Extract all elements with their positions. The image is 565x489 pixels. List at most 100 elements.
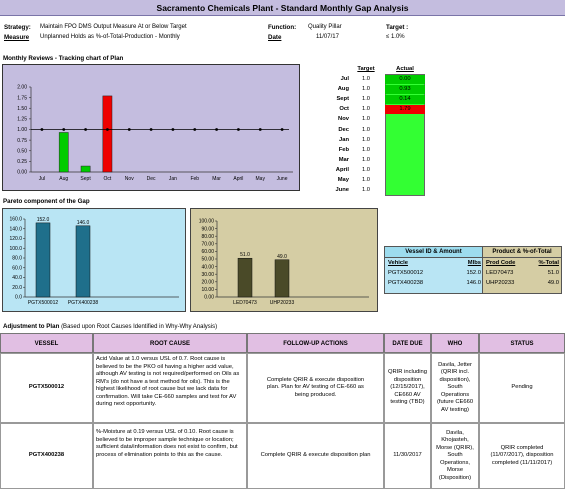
y-tick-label: 70.00 bbox=[201, 242, 214, 248]
target-value: 1.0 bbox=[361, 106, 371, 113]
x-tick-label: April bbox=[233, 176, 243, 182]
y-tick-label: 100.0 bbox=[9, 246, 22, 252]
target-point bbox=[84, 128, 87, 131]
target-value: 1.0 bbox=[361, 187, 371, 194]
x-tick-label: May bbox=[256, 176, 266, 182]
x-tick-label: PGTX400238 bbox=[68, 300, 99, 306]
x-tick-label: Jan bbox=[169, 176, 177, 182]
month-label: Oct bbox=[339, 106, 349, 113]
month-label: Mar bbox=[338, 156, 349, 163]
target-value: 1.0 bbox=[361, 96, 371, 103]
vessel-amount-header: Vessel ID & Amount bbox=[385, 247, 483, 258]
y-tick-label: 30.00 bbox=[201, 272, 214, 278]
adj-row1-vessel: PGTX500012 bbox=[0, 353, 93, 423]
monthly-chart-svg: 0.00 0.25 0.50 0.75 1.00 1.25 1.50 1.75 2.00 Jul A… bbox=[17, 85, 293, 182]
target-point bbox=[62, 128, 66, 131]
col-target-header: Target bbox=[357, 66, 375, 72]
bar bbox=[274, 259, 290, 298]
y-tick-label: 10.00 bbox=[201, 287, 214, 293]
target-value: 1.0 bbox=[361, 136, 371, 143]
pareto-product-chart: 0.00 10.00 20.00 30.00 40.00 50.00 60.00 70.00 8… bbox=[190, 208, 378, 312]
table-row-pct: 51.0 bbox=[547, 270, 559, 276]
table-row-vehicle: PGTX500012 bbox=[388, 270, 424, 276]
y-tick-label: 0.00 bbox=[17, 170, 27, 176]
target-point bbox=[40, 128, 44, 131]
y-tick-label: 60.00 bbox=[201, 249, 214, 255]
col-prod-code-header: Prod Code bbox=[486, 260, 516, 266]
data-label: 49.0 bbox=[277, 254, 287, 260]
month-label: Aug bbox=[337, 86, 349, 93]
target-point bbox=[215, 128, 218, 131]
adj-row2-status: QRIR completed (11/07/2017), disposition… bbox=[479, 423, 565, 489]
y-tick-label: 40.00 bbox=[201, 264, 214, 270]
adj-row1-who: Davila, Jetter (QRIR incl. disposition),… bbox=[431, 353, 479, 423]
y-tick-label: 1.75 bbox=[17, 95, 27, 101]
adj-row1-date-due: QRIR including disposition (12/15/2017),… bbox=[384, 353, 431, 423]
adjustment-section-title: Adjustment to Plan bbox=[3, 323, 60, 330]
table-row-vehicle: PGTX400238 bbox=[388, 280, 424, 286]
adj-row2-root-cause: %-Moisture at 0.19 versus USL of 0.10. R… bbox=[93, 423, 247, 489]
x-tick-label: PGTX500012 bbox=[28, 300, 59, 306]
x-tick-label: Mar bbox=[212, 176, 221, 182]
adj-header-date-due: DATE DUE bbox=[384, 333, 431, 353]
y-tick-label: 160.0 bbox=[9, 217, 22, 223]
monthly-section-title: Monthly Reviews - Tracking chart of Plan bbox=[3, 55, 124, 62]
y-tick-label: 1.00 bbox=[17, 127, 27, 133]
bar bbox=[58, 132, 69, 173]
pareto-section-title: Pareto component of the Gap bbox=[3, 198, 90, 205]
month-row: Dec 1.0 bbox=[313, 125, 431, 135]
actual-value: 0.14 bbox=[385, 94, 425, 104]
month-label: Jan bbox=[339, 136, 349, 143]
y-tick-label: 0.0 bbox=[15, 295, 22, 301]
x-tick-label: LED70473 bbox=[233, 300, 257, 306]
month-label: June bbox=[335, 187, 349, 194]
y-tick-label: 20.00 bbox=[201, 280, 214, 286]
x-tick-label: UHP20233 bbox=[270, 300, 295, 306]
bar bbox=[102, 95, 113, 173]
data-label: 152.0 bbox=[37, 217, 50, 223]
target-value: 1.0 bbox=[361, 166, 371, 173]
y-tick-label: 2.00 bbox=[17, 85, 27, 91]
y-tick-label: 0.50 bbox=[17, 148, 27, 154]
target-value: 1.0 bbox=[361, 86, 371, 93]
y-tick-label: 100.00 bbox=[199, 219, 215, 225]
adj-row2-who: Davila, Khojasteh, Morse (QRIR), South O… bbox=[431, 423, 479, 489]
y-tick-label: 120.0 bbox=[9, 236, 22, 242]
adj-header-vessel: VESSEL bbox=[0, 333, 93, 353]
month-row: Mar 1.0 bbox=[313, 155, 431, 165]
month-row: Feb 1.0 bbox=[313, 145, 431, 155]
target-label: Target : bbox=[386, 24, 409, 31]
y-tick-label: 80.0 bbox=[12, 256, 22, 262]
bar bbox=[75, 225, 91, 298]
strategy-label: Strategy: bbox=[4, 24, 31, 31]
target-point bbox=[106, 128, 109, 131]
adjustment-heading: Adjustment to Plan (Based upon Root Caus… bbox=[3, 323, 217, 330]
y-tick-label: 0.00 bbox=[204, 295, 214, 301]
page-title: Sacramento Chemicals Plant - Standard Mo… bbox=[0, 0, 565, 16]
col-vehicle-header: Vehicle bbox=[388, 260, 408, 266]
month-label: Sept bbox=[336, 96, 349, 103]
target-value: ≤ 1.0% bbox=[386, 34, 405, 40]
target-value: 1.0 bbox=[361, 146, 371, 153]
x-tick-label: Oct bbox=[104, 176, 112, 182]
data-label: 51.0 bbox=[240, 252, 250, 258]
adjustment-table: VESSEL ROOT CAUSE FOLLOW-UP ACTIONS DATE… bbox=[0, 333, 565, 489]
data-label: 146.0 bbox=[77, 220, 90, 226]
date-value: 11/07/17 bbox=[316, 34, 339, 40]
table-row-mlbs: 146.0 bbox=[466, 280, 481, 286]
target-point bbox=[149, 128, 153, 131]
target-point bbox=[171, 128, 175, 131]
table-row-pct: 49.0 bbox=[547, 280, 559, 286]
y-tick-label: 80.00 bbox=[201, 234, 214, 240]
monthly-chart: 0.00 0.25 0.50 0.75 1.00 1.25 1.50 1.75 2.00 Jul A… bbox=[2, 64, 300, 191]
adjustment-section-subtitle: (Based upon Root Causes Identified in Wh… bbox=[61, 324, 218, 330]
adj-row2-date-due: 11/30/2017 bbox=[384, 423, 431, 489]
y-tick-label: 0.75 bbox=[17, 138, 27, 144]
actual-value: 0.00 bbox=[385, 74, 425, 84]
month-row: Oct 1.0 1.79 bbox=[313, 104, 431, 114]
y-tick-label: 1.50 bbox=[17, 106, 27, 112]
adj-header-root-cause: ROOT CAUSE bbox=[93, 333, 247, 353]
target-point bbox=[237, 128, 240, 131]
target-value: 1.0 bbox=[361, 76, 371, 82]
table-row-prod-code: LED70473 bbox=[486, 270, 514, 276]
